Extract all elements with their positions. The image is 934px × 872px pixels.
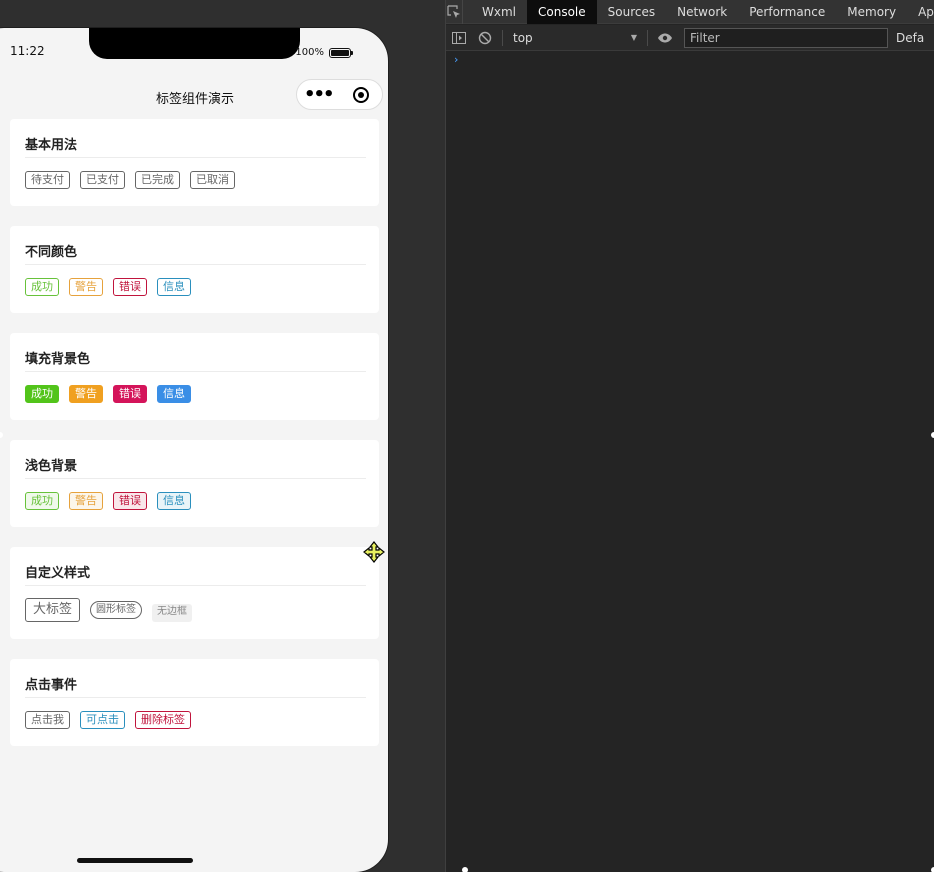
- tab-appl[interactable]: Appl: [907, 0, 934, 24]
- more-menu-icon[interactable]: •••: [297, 85, 340, 104]
- section-card: 不同颜色成功 警告 错误 信息: [10, 226, 379, 313]
- tag: 成功: [25, 385, 59, 403]
- inspect-icon: [447, 4, 460, 18]
- phone-frame: 11:22 100% 标签组件演示 ••• 基本用法 待支付 已支付 已完成 已取消 不同…: [0, 27, 389, 872]
- live-expression-button[interactable]: [652, 25, 678, 51]
- section-divider: [25, 371, 366, 372]
- status-time: 11:22: [10, 44, 45, 58]
- section-divider: [25, 157, 366, 158]
- move-cursor-icon: [363, 541, 385, 563]
- tag[interactable]: 可点击: [80, 711, 125, 729]
- console-toolbar: top ▼ Defa: [446, 25, 934, 51]
- section-title: 浅色背景: [25, 459, 78, 474]
- eye-icon: [658, 33, 672, 42]
- dropdown-arrow-icon: ▼: [630, 33, 637, 42]
- section-title: 不同颜色: [25, 245, 78, 260]
- tag[interactable]: 点击我: [25, 711, 70, 729]
- section-card: 自定义样式大标签 圆形标签 无边框: [10, 547, 379, 639]
- block-icon: [478, 31, 492, 44]
- tag: 信息: [157, 492, 191, 510]
- tag: 警告: [69, 278, 103, 296]
- tag: 成功: [25, 492, 59, 510]
- tab-console[interactable]: Console: [527, 0, 597, 24]
- section-divider: [25, 264, 366, 265]
- section-divider: [25, 478, 366, 479]
- console-prompt[interactable]: ›: [454, 53, 458, 66]
- tag-list: 点击我 可点击 删除标签: [25, 711, 191, 729]
- tab-wxml[interactable]: Wxml: [471, 0, 527, 24]
- tag-list: 成功 警告 错误 信息: [25, 278, 191, 296]
- tag-list: 大标签 圆形标签 无边框: [25, 598, 193, 622]
- tag[interactable]: 删除标签: [135, 711, 191, 729]
- toolbar-separator: [502, 29, 503, 46]
- context-select[interactable]: top ▼: [507, 28, 643, 48]
- section-title: 填充背景色: [25, 352, 91, 367]
- home-indicator: [77, 858, 193, 863]
- tag: 已完成: [135, 171, 180, 189]
- tag-list: 成功 警告 错误 信息: [25, 385, 191, 403]
- tag-list: 成功 警告 错误 信息: [25, 492, 191, 510]
- simulator-area: 11:22 100% 标签组件演示 ••• 基本用法 待支付 已支付 已完成 已取消 不同…: [0, 0, 445, 872]
- devtools-tabbar: Wxml Console Sources Network Performance Memo…: [446, 0, 934, 24]
- log-levels-dropdown[interactable]: Defa: [896, 31, 924, 45]
- tab-sources[interactable]: Sources: [597, 0, 666, 24]
- tab-memory[interactable]: Memory: [836, 0, 907, 24]
- filter-input[interactable]: [684, 27, 888, 48]
- section-card: 点击事件点击我 可点击 删除标签: [10, 659, 379, 746]
- toolbar-separator: [647, 29, 648, 46]
- inspect-element-button[interactable]: [446, 0, 463, 24]
- section-divider: [25, 585, 366, 586]
- context-value: top: [513, 30, 533, 45]
- sidebar-icon: [452, 31, 466, 44]
- section-card: 填充背景色成功 警告 错误 信息: [10, 333, 379, 420]
- tag: 信息: [157, 278, 191, 296]
- section-divider: [25, 697, 366, 698]
- tag: 大标签: [25, 598, 81, 622]
- status-battery: 100%: [295, 47, 353, 58]
- tag: 警告: [69, 385, 103, 403]
- tag: 信息: [157, 385, 191, 403]
- tab-performance[interactable]: Performance: [738, 0, 836, 24]
- section-title: 基本用法: [25, 138, 78, 153]
- tag: 圆形标签: [90, 601, 143, 619]
- tag: 已取消: [190, 171, 235, 189]
- resize-handle[interactable]: [462, 867, 468, 872]
- tag: 错误: [113, 385, 147, 403]
- tag: 成功: [25, 278, 59, 296]
- tab-network[interactable]: Network: [666, 0, 738, 24]
- devtools-panel: Wxml Console Sources Network Performance Memo…: [446, 0, 934, 872]
- tag: 待支付: [25, 171, 70, 189]
- phone-notch: [89, 28, 300, 59]
- tag: 已支付: [80, 171, 125, 189]
- tag: 错误: [113, 278, 147, 296]
- target-icon: [352, 86, 369, 103]
- tag-list: 待支付 已支付 已完成 已取消: [25, 171, 235, 189]
- section-title: 自定义样式: [25, 566, 91, 581]
- section-card: 浅色背景成功 警告 错误 信息: [10, 440, 379, 527]
- close-capsule-button[interactable]: [340, 86, 383, 103]
- tag: 错误: [113, 492, 147, 510]
- toggle-sidebar-button[interactable]: [446, 25, 472, 51]
- miniprogram-capsule: •••: [296, 79, 383, 110]
- battery-percent: 100%: [295, 47, 324, 58]
- section-title: 点击事件: [25, 678, 78, 693]
- battery-icon: [329, 47, 353, 58]
- tag: 无边框: [152, 604, 193, 622]
- tag: 警告: [69, 492, 103, 510]
- clear-console-button[interactable]: [472, 25, 498, 51]
- section-card: 基本用法待支付 已支付 已完成 已取消: [10, 119, 379, 206]
